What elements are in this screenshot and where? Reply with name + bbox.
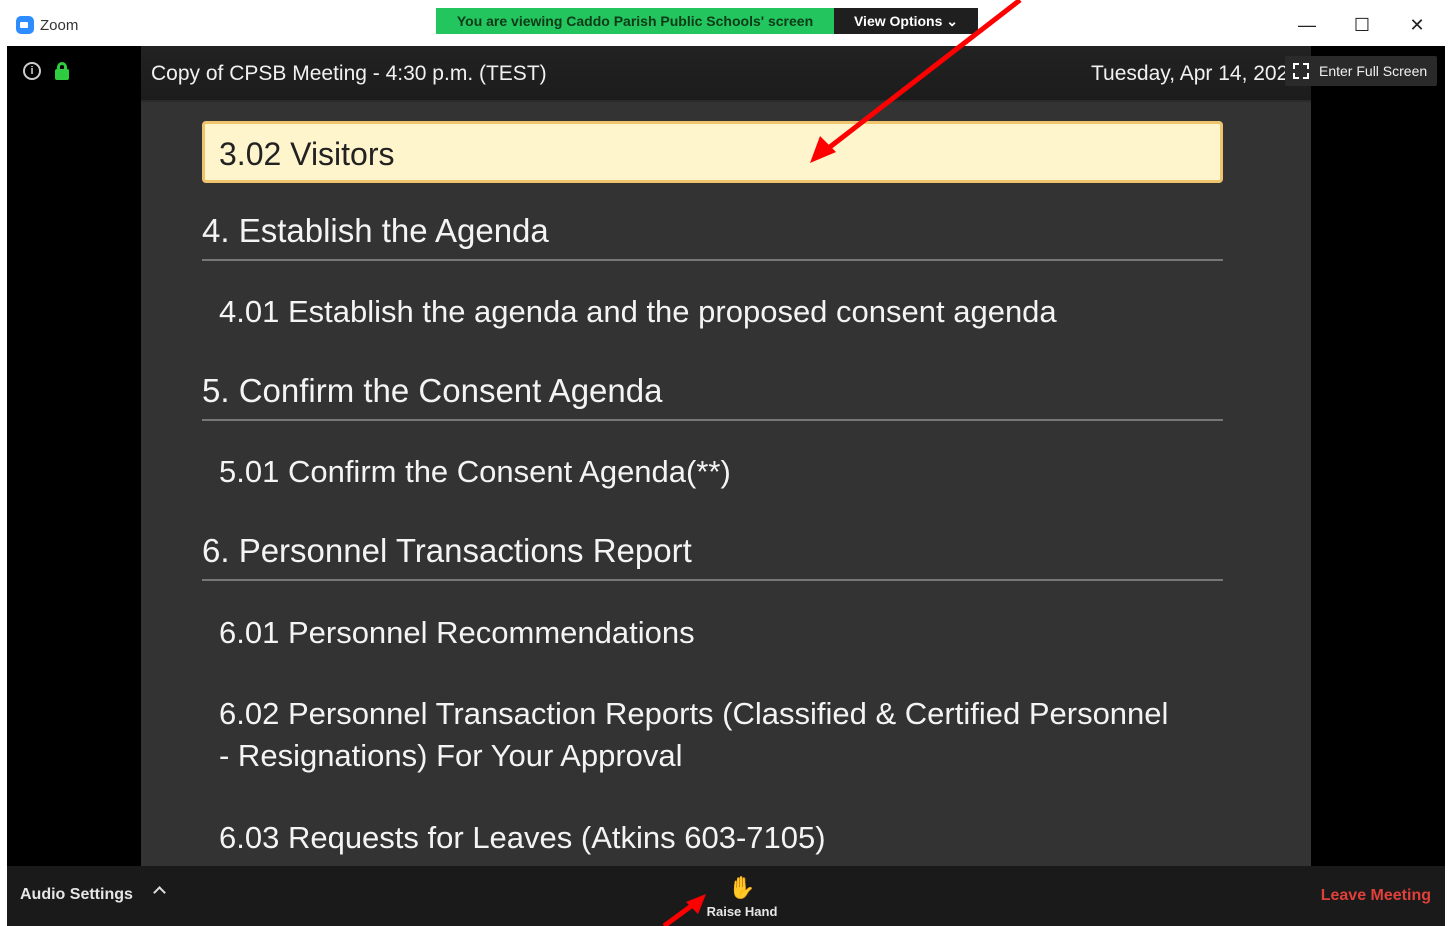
fullscreen-icon <box>1293 63 1309 79</box>
raise-hand-button[interactable]: ✋ Raise Hand <box>697 875 787 920</box>
agenda-item: 6.02 Personnel Transaction Reports (Clas… <box>219 696 1169 731</box>
zoom-window: Zoom You are viewing Caddo Parish Public… <box>0 0 1450 926</box>
close-button[interactable]: ✕ <box>1402 10 1432 40</box>
share-banner: You are viewing Caddo Parish Public Scho… <box>436 8 978 34</box>
section-divider <box>202 259 1223 261</box>
agenda-item: 4.01 Establish the agenda and the propos… <box>219 294 1057 329</box>
section-divider <box>202 419 1223 421</box>
section-heading: 4. Establish the Agenda <box>202 212 549 249</box>
app-branding: Zoom <box>16 15 78 35</box>
title-bar: Zoom You are viewing Caddo Parish Public… <box>0 0 1450 46</box>
agenda-item-continued: - Resignations) For Your Approval <box>219 738 683 773</box>
minimize-button[interactable]: — <box>1292 10 1322 40</box>
leave-meeting-button[interactable]: Leave Meeting <box>1321 887 1431 905</box>
agenda-item: 5.01 Confirm the Consent Agenda(**) <box>219 454 731 489</box>
agenda-item: 6.01 Personnel Recommendations <box>219 615 695 650</box>
raise-hand-label: Raise Hand <box>706 904 778 919</box>
agenda-item: 6.03 Requests for Leaves (Atkins 603-710… <box>219 820 826 855</box>
shared-screen: Copy of CPSB Meeting - 4:30 p.m. (TEST) … <box>141 46 1311 866</box>
meeting-toolbar: Audio Settings ✋ Raise Hand Leave Meetin… <box>7 866 1445 926</box>
section-heading: 6. Personnel Transactions Report <box>202 532 692 569</box>
view-options-button[interactable]: View Options ⌄ <box>834 8 978 34</box>
meeting-status-icons: i <box>23 62 69 80</box>
meeting-date: Tuesday, Apr 14, 2020 <box>1091 62 1300 85</box>
highlighted-agenda-label: 3.02 Visitors <box>219 136 395 172</box>
audio-settings-button[interactable]: Audio Settings <box>20 886 133 904</box>
section-heading: 5. Confirm the Consent Agenda <box>202 372 663 409</box>
meeting-title: Copy of CPSB Meeting - 4:30 p.m. (TEST) <box>151 62 547 85</box>
fullscreen-label: Enter Full Screen <box>1319 63 1428 79</box>
highlighted-agenda-item: 3.02 Visitors <box>202 121 1223 183</box>
caret-up-icon[interactable] <box>153 884 165 896</box>
enter-fullscreen-button[interactable]: Enter Full Screen <box>1285 56 1437 86</box>
section-divider <box>202 579 1223 581</box>
share-banner-text: You are viewing Caddo Parish Public Scho… <box>436 8 834 34</box>
zoom-app-icon <box>16 16 34 34</box>
hand-icon: ✋ <box>728 875 756 900</box>
meeting-view: i Copy of CPSB Meeting - 4:30 p.m. (TEST… <box>7 46 1445 866</box>
maximize-button[interactable]: ☐ <box>1347 10 1377 40</box>
lock-icon[interactable] <box>55 62 69 80</box>
slide-header: Copy of CPSB Meeting - 4:30 p.m. (TEST) … <box>141 46 1311 102</box>
app-title: Zoom <box>40 16 79 34</box>
info-icon[interactable]: i <box>23 62 41 80</box>
